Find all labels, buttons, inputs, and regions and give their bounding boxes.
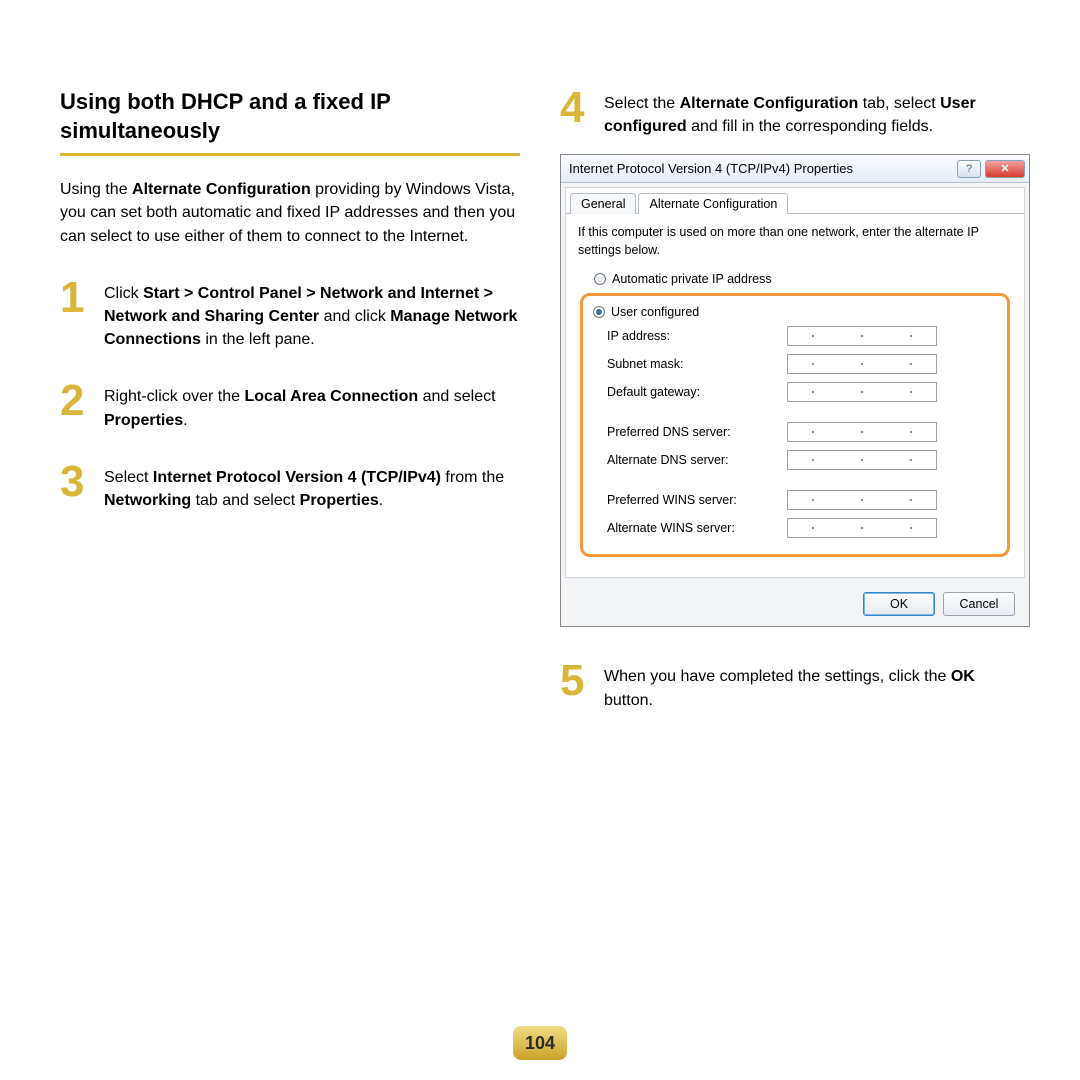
dialog-titlebar: Internet Protocol Version 4 (TCP/IPv4) P… xyxy=(561,155,1029,183)
subnet-mask-input[interactable] xyxy=(787,354,937,374)
step-text: Right-click over the Local Area Connecti… xyxy=(104,381,520,431)
field-default-gateway: Default gateway: xyxy=(593,378,997,406)
step-text: Click Start > Control Panel > Network an… xyxy=(104,278,520,352)
step-3: 3 Select Internet Protocol Version 4 (TC… xyxy=(60,462,520,512)
field-label: Alternate WINS server: xyxy=(607,521,787,535)
step-number: 5 xyxy=(560,661,590,711)
ok-button[interactable]: OK xyxy=(863,592,935,616)
preferred-wins-input[interactable] xyxy=(787,490,937,510)
tab-panel: If this computer is used on more than on… xyxy=(566,213,1024,577)
step-text: Select the Alternate Configuration tab, … xyxy=(604,88,1020,138)
step-bold: Internet Protocol Version 4 (TCP/IPv4) xyxy=(153,469,441,486)
field-preferred-wins: Preferred WINS server: xyxy=(593,486,997,514)
field-alternate-wins: Alternate WINS server: xyxy=(593,514,997,542)
intro-text: Using the xyxy=(60,181,132,198)
field-preferred-dns: Preferred DNS server: xyxy=(593,418,997,446)
step-4: 4 Select the Alternate Configuration tab… xyxy=(560,88,1020,138)
step-text-span: and fill in the corresponding fields. xyxy=(687,118,933,135)
radio-selected-dot-icon xyxy=(596,309,602,315)
title-underline xyxy=(60,153,520,156)
step-text-span: from the xyxy=(441,469,504,486)
radio-label: User configured xyxy=(611,305,699,319)
ip-address-input[interactable] xyxy=(787,326,937,346)
section-title: Using both DHCP and a fixed IP simultane… xyxy=(60,88,520,145)
step-text-span: and select xyxy=(418,388,495,405)
step-text: Select Internet Protocol Version 4 (TCP/… xyxy=(104,462,520,512)
tab-strip: General Alternate Configuration xyxy=(566,188,1024,213)
step-number: 3 xyxy=(60,462,90,512)
preferred-dns-input[interactable] xyxy=(787,422,937,442)
field-label: Preferred WINS server: xyxy=(607,493,787,507)
field-label: Preferred DNS server: xyxy=(607,425,787,439)
highlight-box: User configured IP address: Subnet mask:… xyxy=(580,293,1010,557)
step-2: 2 Right-click over the Local Area Connec… xyxy=(60,381,520,431)
left-column: Using both DHCP and a fixed IP simultane… xyxy=(60,88,520,742)
radio-automatic-private-ip[interactable]: Automatic private IP address xyxy=(578,269,1012,289)
step-text-span: and click xyxy=(319,308,390,325)
radio-label: Automatic private IP address xyxy=(612,272,772,286)
step-bold: Alternate Configuration xyxy=(680,95,859,112)
step-text-span: tab, select xyxy=(858,95,940,112)
step-1: 1 Click Start > Control Panel > Network … xyxy=(60,278,520,352)
step-number: 2 xyxy=(60,381,90,431)
page-number-badge: 104 xyxy=(513,1026,567,1060)
step-text-span: Right-click over the xyxy=(104,388,245,405)
intro-paragraph: Using the Alternate Configuration provid… xyxy=(60,178,520,248)
step-bold: Local Area Connection xyxy=(245,388,419,405)
step-text-span: in the left pane. xyxy=(201,331,315,348)
step-bold: Properties xyxy=(104,412,183,429)
close-button[interactable]: ✕ xyxy=(985,160,1025,178)
step-bold: OK xyxy=(951,668,975,685)
step-text-span: . xyxy=(183,412,187,429)
alternate-dns-input[interactable] xyxy=(787,450,937,470)
radio-icon xyxy=(594,273,606,285)
field-ip-address: IP address: xyxy=(593,322,997,350)
help-button[interactable]: ? xyxy=(957,160,981,178)
right-column: 4 Select the Alternate Configuration tab… xyxy=(560,88,1020,742)
tab-general[interactable]: General xyxy=(570,193,636,214)
step-text-span: . xyxy=(379,492,383,509)
field-subnet-mask: Subnet mask: xyxy=(593,350,997,378)
panel-note: If this computer is used on more than on… xyxy=(578,224,1012,259)
cancel-button[interactable]: Cancel xyxy=(943,592,1015,616)
radio-icon xyxy=(593,306,605,318)
alternate-wins-input[interactable] xyxy=(787,518,937,538)
tab-alternate-configuration[interactable]: Alternate Configuration xyxy=(638,193,788,214)
radio-user-configured[interactable]: User configured xyxy=(593,302,997,322)
dialog-title: Internet Protocol Version 4 (TCP/IPv4) P… xyxy=(569,161,953,176)
dialog-body: General Alternate Configuration If this … xyxy=(565,187,1025,578)
step-text-span: Select xyxy=(104,469,153,486)
step-bold: Networking xyxy=(104,492,191,509)
step-bold: Properties xyxy=(300,492,379,509)
step-text-span: Select the xyxy=(604,95,680,112)
step-text: When you have completed the settings, cl… xyxy=(604,661,1020,711)
field-label: Subnet mask: xyxy=(607,357,787,371)
step-5: 5 When you have completed the settings, … xyxy=(560,661,1020,711)
step-number: 4 xyxy=(560,88,590,138)
step-text-span: Click xyxy=(104,285,143,302)
field-label: IP address: xyxy=(607,329,787,343)
document-page: Using both DHCP and a fixed IP simultane… xyxy=(0,0,1080,802)
properties-dialog: Internet Protocol Version 4 (TCP/IPv4) P… xyxy=(560,154,1030,627)
default-gateway-input[interactable] xyxy=(787,382,937,402)
field-alternate-dns: Alternate DNS server: xyxy=(593,446,997,474)
field-label: Alternate DNS server: xyxy=(607,453,787,467)
step-text-span: button. xyxy=(604,692,653,709)
dialog-footer: OK Cancel xyxy=(561,582,1029,626)
intro-bold: Alternate Configuration xyxy=(132,181,311,198)
step-text-span: When you have completed the settings, cl… xyxy=(604,668,951,685)
step-text-span: tab and select xyxy=(191,492,300,509)
step-number: 1 xyxy=(60,278,90,352)
field-label: Default gateway: xyxy=(607,385,787,399)
